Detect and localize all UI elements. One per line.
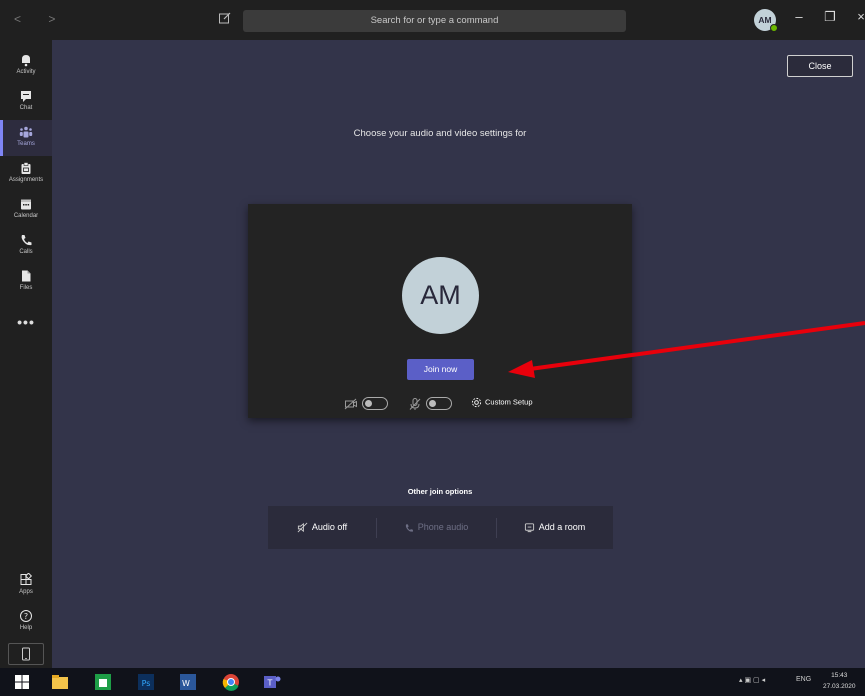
teams-window: < > Search for or type a command AM – ❐ … <box>0 0 865 696</box>
microphone-toggle[interactable] <box>426 397 452 410</box>
add-room-label: Add a room <box>538 522 586 532</box>
rail-item-calls[interactable]: Calls <box>0 228 52 264</box>
speaker-off-icon <box>297 522 308 533</box>
other-join-options-heading: Other join options <box>407 487 473 496</box>
camera-off-icon <box>344 398 357 410</box>
room-icon <box>524 523 534 533</box>
windows-taskbar: Ps W T ▴ ▣ ▢ ◂ ENG 15:43 27.03.2020 <box>0 668 865 696</box>
prejoin-heading: Choose your audio and video settings for <box>353 128 527 139</box>
file-icon <box>22 270 31 282</box>
rail-label: Files <box>19 285 33 291</box>
rail-item-teams[interactable]: Teams <box>0 120 52 156</box>
language-indicator[interactable]: ENG <box>796 676 811 683</box>
rail-item-assignments[interactable]: Assignments <box>0 156 52 192</box>
svg-text:T: T <box>267 679 273 688</box>
rail-item-files[interactable]: Files <box>0 264 52 300</box>
window-close-button[interactable]: × <box>852 9 865 24</box>
maximize-button[interactable]: ❐ <box>821 9 839 25</box>
audio-off-option[interactable]: Audio off <box>268 506 376 549</box>
app-bar: Activity Chat Teams Assignments Calendar… <box>0 40 52 668</box>
close-button[interactable]: Close <box>787 55 853 77</box>
svg-text:?: ? <box>24 612 28 621</box>
help-icon: ? <box>20 610 32 622</box>
gear-icon <box>471 397 482 408</box>
video-preview: AM Join now Custom Setup <box>248 204 632 418</box>
calendar-icon <box>21 199 31 210</box>
rail-label: Activity <box>16 69 36 75</box>
mic-off-icon <box>409 398 421 410</box>
clock-date: 27.03.2020 <box>823 683 856 690</box>
camera-toggle[interactable] <box>362 397 388 410</box>
phone-audio-option[interactable]: Phone audio <box>376 506 496 549</box>
svg-text:Ps: Ps <box>142 679 151 688</box>
clock-time: 15:43 <box>831 672 848 679</box>
rail-label: Calls <box>19 249 33 255</box>
teams-taskbar-icon[interactable]: T <box>262 672 282 692</box>
user-avatar: AM <box>402 257 479 334</box>
custom-setup-label: Custom Setup <box>485 397 533 407</box>
audio-off-label: Audio off <box>311 522 348 532</box>
minimize-button[interactable]: – <box>790 9 808 24</box>
bell-icon <box>22 55 30 67</box>
more-apps-icon[interactable]: ••• <box>0 314 52 330</box>
svg-text:W: W <box>182 679 190 688</box>
chrome-icon[interactable] <box>221 672 241 692</box>
tray-icons[interactable]: ▴ ▣ ▢ ◂ <box>739 676 765 684</box>
add-room-option[interactable]: Add a room <box>496 506 613 549</box>
file-explorer-icon[interactable] <box>50 672 70 692</box>
rail-item-apps[interactable]: Apps <box>0 568 52 604</box>
phone-audio-label: Phone audio <box>417 522 469 532</box>
nav-arrows[interactable]: < > <box>14 12 67 26</box>
device-icon[interactable] <box>8 643 44 665</box>
phone-icon <box>21 235 32 246</box>
rail-item-chat[interactable]: Chat <box>0 84 52 120</box>
rail-label: Chat <box>19 105 33 111</box>
teams-icon <box>19 126 33 138</box>
rail-item-calendar[interactable]: Calendar <box>0 192 52 228</box>
compose-icon[interactable] <box>218 11 232 25</box>
chat-icon <box>21 91 31 102</box>
assignments-icon <box>21 162 31 174</box>
system-clock[interactable]: 15:43 27.03.2020 <box>823 670 856 692</box>
phone-icon <box>405 524 413 532</box>
rail-label: Teams <box>17 141 35 147</box>
rail-label: Assignments <box>8 177 44 183</box>
custom-setup-button[interactable]: Custom Setup <box>471 397 533 408</box>
join-now-button[interactable]: Join now <box>407 359 474 380</box>
store-icon[interactable] <box>93 672 113 692</box>
rail-label: Calendar <box>13 213 39 219</box>
search-input[interactable]: Search for or type a command <box>243 10 626 32</box>
rail-item-activity[interactable]: Activity <box>0 48 52 84</box>
status-indicator <box>770 24 778 32</box>
title-bar: < > Search for or type a command AM – ❐ … <box>0 0 865 40</box>
rail-item-help[interactable]: ? Help <box>0 604 52 640</box>
other-join-options: Audio off Phone audio Add a room <box>268 506 613 549</box>
word-icon[interactable]: W <box>178 672 198 692</box>
rail-label: Help <box>19 625 33 631</box>
windows-start-icon[interactable] <box>12 672 32 692</box>
rail-label: Apps <box>19 589 33 595</box>
apps-icon <box>20 573 33 585</box>
photoshop-icon[interactable]: Ps <box>136 672 156 692</box>
